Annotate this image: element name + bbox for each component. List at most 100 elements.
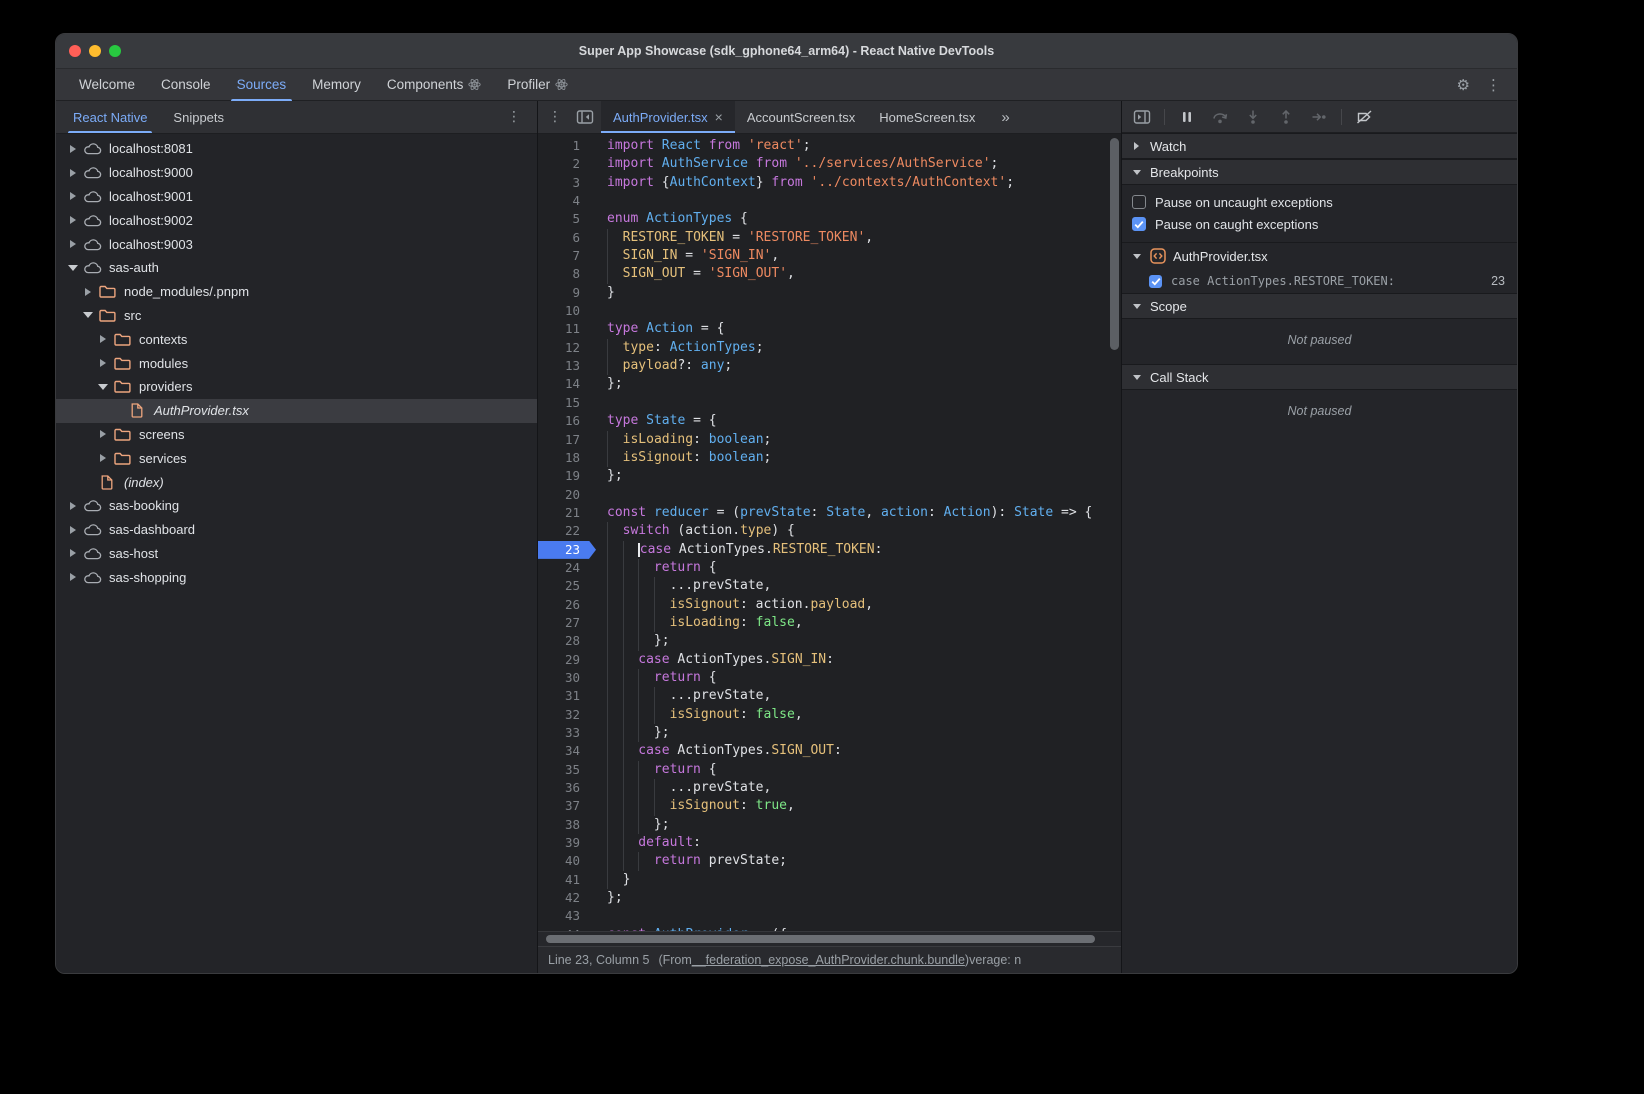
code-line-7[interactable]: 7SIGN_IN = 'SIGN_IN',	[538, 247, 1121, 265]
code-line-29[interactable]: 29case ActionTypes.SIGN_IN:	[538, 651, 1121, 669]
line-number[interactable]: 1	[538, 137, 596, 155]
line-number[interactable]: 43	[538, 907, 596, 925]
tree-item-localhost-9000[interactable]: localhost:9000	[56, 161, 537, 185]
checkbox-checked-icon[interactable]	[1132, 217, 1146, 231]
line-number[interactable]: 4	[538, 192, 596, 210]
code-line-40[interactable]: 40return prevState;	[538, 852, 1121, 870]
editor-tab-accountscreen-tsx[interactable]: AccountScreen.tsx	[735, 101, 867, 133]
tab-snippets[interactable]: Snippets	[160, 101, 237, 133]
tab-profiler[interactable]: Profiler	[494, 69, 581, 100]
line-number[interactable]: 28	[538, 632, 596, 650]
pause-icon[interactable]	[1176, 106, 1198, 128]
line-number[interactable]: 8	[538, 265, 596, 283]
code-line-18[interactable]: 18isSignout: boolean;	[538, 449, 1121, 467]
line-number[interactable]: 18	[538, 449, 596, 467]
breakpoint-entry[interactable]: case ActionTypes.RESTORE_TOKEN:23	[1122, 269, 1517, 293]
line-number[interactable]: 38	[538, 816, 596, 834]
line-number[interactable]: 16	[538, 412, 596, 430]
line-number[interactable]: 11	[538, 320, 596, 338]
code-line-1[interactable]: 1import React from 'react';	[538, 137, 1121, 155]
tree-item-sas-shopping[interactable]: sas-shopping	[56, 565, 537, 589]
line-number[interactable]: 31	[538, 687, 596, 705]
step-over-icon[interactable]	[1209, 106, 1231, 128]
tree-item-localhost-9001[interactable]: localhost:9001	[56, 185, 537, 209]
chevron-right-icon[interactable]	[66, 573, 80, 581]
line-number[interactable]: 27	[538, 614, 596, 632]
tree-item-providers[interactable]: providers	[56, 375, 537, 399]
code-line-11[interactable]: 11type Action = {	[538, 320, 1121, 338]
call-stack-section-header[interactable]: Call Stack	[1122, 364, 1517, 390]
line-number[interactable]: 41	[538, 871, 596, 889]
line-number[interactable]: 34	[538, 742, 596, 760]
option-pause-on-uncaught-exceptions[interactable]: Pause on uncaught exceptions	[1122, 191, 1517, 213]
code-line-27[interactable]: 27isLoading: false,	[538, 614, 1121, 632]
line-number[interactable]: 32	[538, 706, 596, 724]
code-line-23[interactable]: 23case ActionTypes.RESTORE_TOKEN:	[538, 541, 1121, 559]
tree-item-screens[interactable]: screens	[56, 423, 537, 447]
chevron-right-icon[interactable]	[66, 240, 80, 248]
editor-vertical-scrollbar[interactable]	[1110, 138, 1119, 350]
line-number[interactable]: 29	[538, 651, 596, 669]
breakpoint-line-number[interactable]: 23	[538, 541, 596, 559]
code-line-28[interactable]: 28};	[538, 632, 1121, 650]
code-line-13[interactable]: 13payload?: any;	[538, 357, 1121, 375]
code-line-6[interactable]: 6RESTORE_TOKEN = 'RESTORE_TOKEN',	[538, 229, 1121, 247]
code-line-21[interactable]: 21const reducer = (prevState: State, act…	[538, 504, 1121, 522]
line-number[interactable]: 40	[538, 852, 596, 870]
chevron-right-icon[interactable]	[66, 216, 80, 224]
tree-item-localhost-8081[interactable]: localhost:8081	[56, 137, 537, 161]
line-number[interactable]: 33	[538, 724, 596, 742]
tree-item-sas-booking[interactable]: sas-booking	[56, 494, 537, 518]
tree-item-src[interactable]: src	[56, 304, 537, 328]
more-tabs-chevrons[interactable]: »	[987, 101, 1022, 133]
code-line-8[interactable]: 8SIGN_OUT = 'SIGN_OUT',	[538, 265, 1121, 283]
navigator-kebab-icon[interactable]: ⋮	[495, 101, 533, 133]
editor-tab-authprovider-tsx[interactable]: AuthProvider.tsx×	[601, 101, 735, 133]
code-line-26[interactable]: 26isSignout: action.payload,	[538, 596, 1121, 614]
line-number[interactable]: 26	[538, 596, 596, 614]
line-number[interactable]: 35	[538, 761, 596, 779]
code-line-38[interactable]: 38};	[538, 816, 1121, 834]
code-line-42[interactable]: 42};	[538, 889, 1121, 907]
line-number[interactable]: 7	[538, 247, 596, 265]
code-line-20[interactable]: 20	[538, 486, 1121, 504]
checkbox-unchecked-icon[interactable]	[1132, 195, 1146, 209]
close-tab-icon[interactable]: ×	[715, 109, 723, 125]
tree-item-sas-host[interactable]: sas-host	[56, 542, 537, 566]
chevron-right-icon[interactable]	[96, 454, 110, 462]
chevron-down-icon[interactable]	[96, 379, 110, 395]
step-out-icon[interactable]	[1275, 106, 1297, 128]
line-number[interactable]: 3	[538, 174, 596, 192]
line-number[interactable]: 20	[538, 486, 596, 504]
line-number[interactable]: 12	[538, 339, 596, 357]
source-bundle-link[interactable]: __federation_expose_AuthProvider.chunk.b…	[692, 953, 965, 967]
code-line-12[interactable]: 12type: ActionTypes;	[538, 339, 1121, 357]
code-line-22[interactable]: 22switch (action.type) {	[538, 522, 1121, 540]
code-line-9[interactable]: 9}	[538, 284, 1121, 302]
code-line-36[interactable]: 36...prevState,	[538, 779, 1121, 797]
chevron-right-icon[interactable]	[96, 359, 110, 367]
chevron-right-icon[interactable]	[66, 145, 80, 153]
code-line-30[interactable]: 30return {	[538, 669, 1121, 687]
breakpoint-file-authprovider-tsx[interactable]: AuthProvider.tsx	[1122, 242, 1517, 269]
line-number[interactable]: 13	[538, 357, 596, 375]
code-line-25[interactable]: 25...prevState,	[538, 577, 1121, 595]
tree-item-contexts[interactable]: contexts	[56, 327, 537, 351]
chevron-right-icon[interactable]	[66, 502, 80, 510]
line-number[interactable]: 2	[538, 155, 596, 173]
line-number[interactable]: 10	[538, 302, 596, 320]
chevron-right-icon[interactable]	[66, 169, 80, 177]
option-pause-on-caught-exceptions[interactable]: Pause on caught exceptions	[1122, 213, 1517, 235]
tab-memory[interactable]: Memory	[299, 69, 374, 100]
line-number[interactable]: 19	[538, 467, 596, 485]
tree-item-localhost-9003[interactable]: localhost:9003	[56, 232, 537, 256]
line-number[interactable]: 17	[538, 431, 596, 449]
code-line-39[interactable]: 39default:	[538, 834, 1121, 852]
close-window-button[interactable]	[69, 45, 81, 57]
editor-horizontal-scrollbar[interactable]	[546, 935, 1095, 943]
code-line-37[interactable]: 37isSignout: true,	[538, 797, 1121, 815]
step-icon[interactable]	[1308, 106, 1330, 128]
tab-components[interactable]: Components	[374, 69, 495, 100]
code-line-33[interactable]: 33};	[538, 724, 1121, 742]
minimize-window-button[interactable]	[89, 45, 101, 57]
